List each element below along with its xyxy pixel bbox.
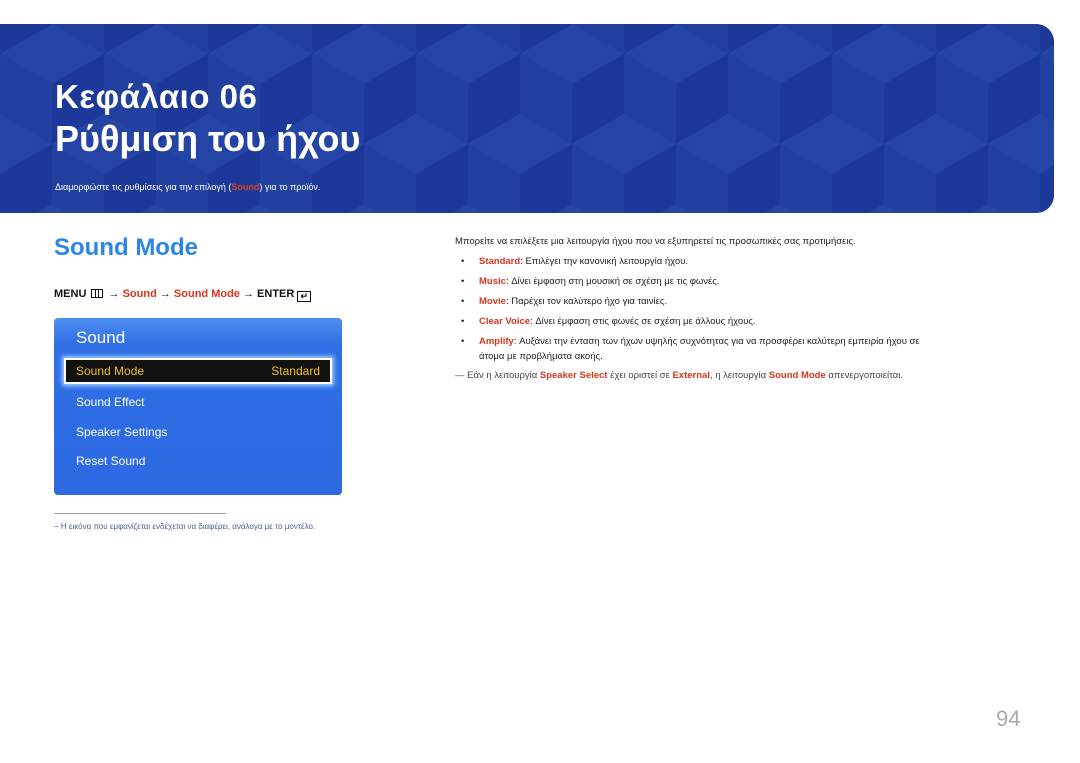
menu-step-sound: Sound	[122, 288, 157, 300]
enter-icon: ↵	[297, 291, 312, 302]
chapter-number: Κεφάλαιο 06	[55, 78, 258, 115]
arrow: →	[242, 288, 254, 300]
note-term: External	[672, 370, 710, 381]
bullet-text: : Δίνει έμφαση στις φωνές σε σχέση με άλ…	[530, 316, 756, 327]
bullet-dot: •	[461, 256, 465, 267]
menu-path: MENU → Sound → Sound Mode → ENTER ↵	[54, 288, 312, 302]
note-text: Εάν η λειτουργία	[464, 370, 540, 381]
bullet-text-cont: άτομα με προβλήματα ακοής.	[479, 351, 603, 362]
bullet-text: : Επιλέγει την κανονική λειτουργία ήχου.	[520, 256, 689, 267]
desc-text: Διαμορφώστε τις ρυθμίσεις για την επιλογ…	[55, 182, 232, 192]
chapter-title: Ρύθμιση του ήχου	[55, 118, 361, 159]
section-title: Sound Mode	[54, 234, 198, 261]
osd-item-speaker-settings[interactable]: Speaker Settings	[76, 425, 167, 439]
osd-item-sound-effect[interactable]: Sound Effect	[76, 395, 145, 409]
bullet-text: : Δίνει έμφαση στη μουσική σε σχέση με τ…	[505, 276, 720, 287]
menu-label: MENU	[54, 288, 87, 300]
osd-item-value: Standard	[271, 364, 320, 378]
note-dash: —	[455, 370, 465, 381]
osd-item-label: Sound Mode	[76, 364, 145, 378]
desc-highlight: Sound	[231, 182, 260, 192]
osd-title: Sound	[76, 328, 126, 347]
bullet-term: Standard	[479, 256, 521, 267]
arrow: →	[159, 288, 171, 300]
menu-step-sound-mode: Sound Mode	[173, 288, 240, 300]
menu-icon	[91, 289, 104, 298]
note-text: απενεργοποιείται.	[825, 370, 903, 381]
osd-item-reset-sound[interactable]: Reset Sound	[76, 454, 145, 468]
chapter-description: Διαμορφώστε τις ρυθμίσεις για την επιλογ…	[55, 182, 320, 192]
osd-menu: Sound Sound Mode Standard Sound Effect S…	[54, 318, 342, 495]
chapter-banner: Κεφάλαιο 06 Ρύθμιση του ήχου Διαμορφώστε…	[0, 24, 1054, 213]
bullet-text: : Αυξάνει την ένταση των ήχων υψηλής συχ…	[513, 336, 920, 347]
bullet-dot: •	[461, 296, 465, 307]
bullet-term: Movie	[479, 296, 506, 307]
bullet-term: Music	[479, 276, 506, 287]
bullet-dot: •	[461, 276, 465, 287]
note: — Εάν η λειτουργία Speaker Select έχει ο…	[455, 370, 903, 381]
note-text: , η λειτουργία	[709, 370, 769, 381]
page-number: 94	[996, 706, 1021, 731]
footnote: − Η εικόνα που εμφανίζεται ενδέχεται να …	[54, 522, 316, 531]
bullet-term: Amplify	[479, 336, 514, 347]
footnote-divider	[54, 513, 226, 514]
bullet-dot: •	[461, 316, 465, 327]
bullet-term: Clear Voice	[479, 316, 531, 327]
intro-text: Μπορείτε να επιλέξετε μια λειτουργία ήχο…	[455, 236, 856, 247]
arrow: →	[108, 288, 120, 300]
note-term: Sound Mode	[768, 370, 826, 381]
bullet-text: : Παρέχει τον καλύτερο ήχο για ταινίες.	[505, 296, 668, 307]
note-term: Speaker Select	[539, 370, 608, 381]
note-text: έχει οριστεί σε	[607, 370, 673, 381]
enter-label: ENTER	[257, 288, 295, 300]
bullet-dot: •	[461, 336, 465, 347]
osd-item-sound-mode[interactable]: Sound Mode Standard	[64, 358, 332, 384]
desc-text-end: ) για το προϊόν.	[259, 182, 321, 192]
